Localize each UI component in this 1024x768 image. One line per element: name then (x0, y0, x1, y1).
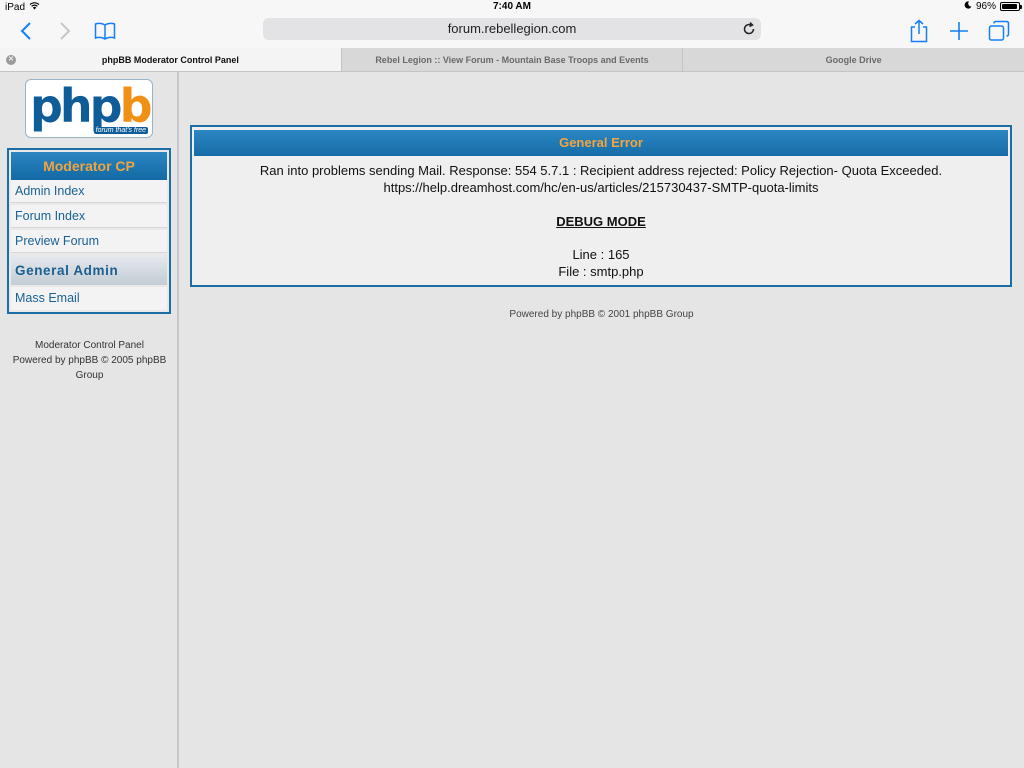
main-footer: Powered by phpBB © 2001 phpBB Group (509, 309, 694, 320)
phpbb-logo[interactable]: phpbb forum that's free (25, 79, 153, 138)
error-title: General Error (194, 130, 1008, 156)
close-icon[interactable]: ✕ (6, 55, 16, 65)
error-file-info: File : smtp.php (558, 264, 644, 279)
tabs-icon[interactable] (986, 18, 1012, 44)
logo-php: php (30, 79, 123, 133)
sidebar: phpbb forum that's free Moderator CP Adm… (0, 72, 179, 768)
logo-text: phpbb (30, 79, 152, 134)
error-box: General Error Ran into problems sending … (190, 125, 1012, 287)
logo-tagline: forum that's free (93, 127, 148, 134)
tab-label: phpBB Moderator Control Panel (101, 55, 239, 65)
address-bar[interactable]: forum.rebellegion.com (263, 18, 761, 40)
sidebar-footer-line2: Powered by phpBB © 2005 phpBB (12, 355, 167, 366)
status-right: 96% (964, 1, 1022, 12)
battery-fill (1002, 4, 1018, 9)
error-message-line1: Ran into problems sending Mail. Response… (259, 163, 943, 178)
error-message-line2: https://help.dreamhost.com/hc/en-us/arti… (383, 180, 819, 195)
new-tab-icon[interactable] (946, 18, 972, 44)
browser-toolbar: forum.rebellegion.com (0, 14, 1024, 48)
tab-label: Rebel Legion :: View Forum - Mountain Ba… (375, 55, 649, 65)
sidebar-footer: Moderator Control Panel Powered by phpBB… (0, 338, 179, 383)
battery-icon (1000, 2, 1022, 11)
sidebar-footer-line3: Group (75, 370, 104, 381)
status-time: 7:40 AM (493, 1, 531, 12)
tab-rebel-legion[interactable]: Rebel Legion :: View Forum - Mountain Ba… (342, 48, 684, 71)
share-icon[interactable] (906, 18, 932, 44)
debug-mode-label: DEBUG MODE (556, 214, 646, 229)
url-text: forum.rebellegion.com (447, 21, 577, 36)
sidebar-category-general-admin: General Admin (11, 257, 167, 285)
back-icon[interactable] (13, 18, 39, 44)
error-line-info: Line : 165 (572, 247, 630, 262)
moderator-cp-title: Moderator CP (11, 152, 167, 180)
page-content: phpbb forum that's free Moderator CP Adm… (0, 72, 1024, 768)
tab-bar: ✕ phpBB Moderator Control Panel Rebel Le… (0, 48, 1024, 72)
sidebar-item-mass-email[interactable]: Mass Email (11, 287, 167, 310)
sidebar-item-admin-index[interactable]: Admin Index (11, 180, 167, 203)
reload-icon[interactable] (741, 21, 757, 37)
moderator-cp-panel: Moderator CP Admin Index Forum Index Pre… (7, 148, 171, 314)
bookmarks-icon[interactable] (92, 18, 118, 44)
logo-bb: bb (119, 79, 152, 133)
sidebar-item-preview-forum[interactable]: Preview Forum (11, 230, 167, 253)
battery-percent: 96% (975, 1, 996, 12)
tab-label: Google Drive (825, 55, 882, 65)
tab-google-drive[interactable]: Google Drive (683, 48, 1024, 71)
sidebar-footer-line1: Moderator Control Panel (35, 340, 144, 351)
forward-icon[interactable] (52, 18, 78, 44)
main-content: General Error Ran into problems sending … (179, 72, 1024, 768)
tab-moderator-control-panel[interactable]: ✕ phpBB Moderator Control Panel (0, 48, 342, 71)
moon-icon (964, 1, 972, 12)
sidebar-item-forum-index[interactable]: Forum Index (11, 205, 167, 228)
status-bar: iPad 7:40 AM 96% (0, 0, 1024, 14)
